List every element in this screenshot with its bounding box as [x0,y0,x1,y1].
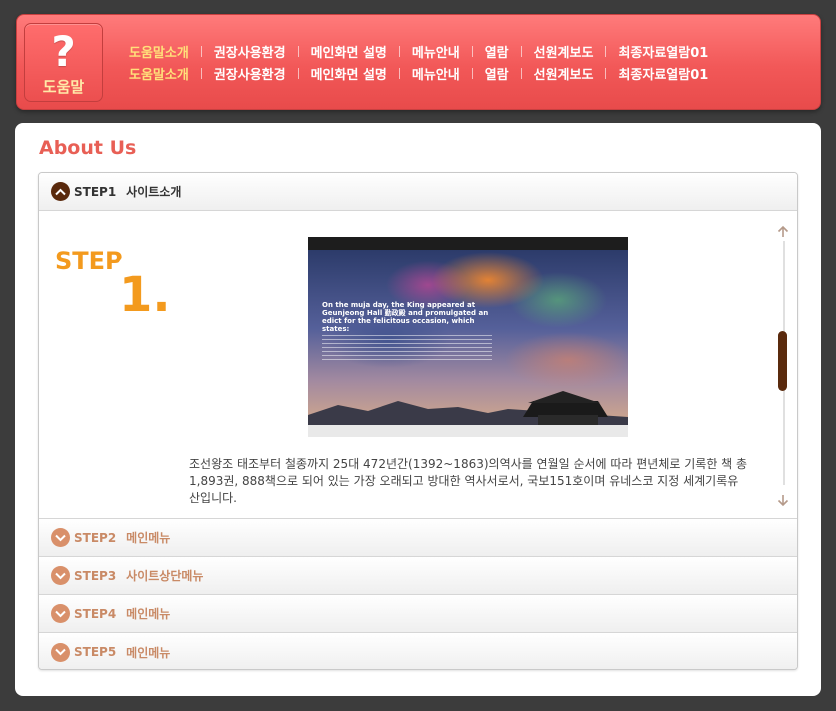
question-mark-icon: ? [51,27,76,76]
palace-silhouette [308,391,628,427]
nav-item-lineage[interactable]: 선원계보도 [534,64,594,83]
nav-row-1: 도움말소개 권장사용환경 메인화면 설명 메뉴안내 열람 선원계보도 최종자료열… [129,41,708,61]
help-label: 도움말 [42,78,85,96]
step-number: STEP3 [74,568,117,583]
nav-divider [471,45,473,57]
nav-divider [200,67,202,79]
content-panel: About Us STEP1 사이트소개 STEP 1. On the muja… [15,123,821,696]
step1-graphic: STEP 1. [55,246,167,315]
step-accordion: STEP1 사이트소개 STEP 1. On the muja day, the… [38,172,798,670]
nav-divider [297,45,299,57]
accordion-header-step1[interactable]: STEP1 사이트소개 [39,173,797,211]
nav-item-main-screen[interactable]: 메인화면 설명 [311,64,387,83]
accordion-header-step2[interactable]: STEP2 메인메뉴 [39,519,797,557]
nav-item-environment[interactable]: 권장사용환경 [214,64,286,83]
screenshot-headline: On the muja day, the King appeared at Ge… [322,301,489,333]
step-number: STEP1 [74,184,117,199]
step-logo-number: 1. [119,267,167,315]
step-number: STEP2 [74,530,117,545]
nav-item-final-view[interactable]: 최종자료열람01 [618,42,708,61]
step-title: 사이트소개 [126,185,182,199]
chevron-down-icon [51,642,70,662]
arrow-down-icon[interactable] [776,493,790,507]
nav-item-help-intro[interactable]: 도움말소개 [129,42,189,61]
nav-divider [471,67,473,79]
step-title: 사이트상단메뉴 [126,569,204,583]
nav-divider [520,67,522,79]
chevron-down-icon [51,566,70,585]
nav-divider [398,67,400,79]
chevron-down-icon [51,604,70,623]
nav-item-menu-guide[interactable]: 메뉴안내 [412,64,460,83]
nav-divider [605,45,607,57]
step-number: STEP5 [74,645,117,659]
step-title: 메인메뉴 [126,531,171,545]
screenshot-body-lines [322,335,492,363]
nav-item-lineage[interactable]: 선원계보도 [534,42,594,61]
nav-item-help-intro[interactable]: 도움말소개 [129,64,189,83]
nav-divider [297,67,299,79]
nav-divider [520,45,522,57]
nav-divider [200,45,202,57]
screenshot-nav-bar [308,237,628,250]
nav-item-environment[interactable]: 권장사용환경 [214,42,286,61]
step-number: STEP4 [74,606,117,621]
site-screenshot: On the muja day, the King appeared at Ge… [308,237,628,437]
nav-divider [605,67,607,79]
arrow-up-icon[interactable] [776,225,790,239]
chevron-up-icon [51,182,70,201]
accordion-header-step3[interactable]: STEP3 사이트상단메뉴 [39,557,797,595]
accordion-header-step5[interactable]: STEP5 메인메뉴 [39,633,797,669]
nav-item-view[interactable]: 열람 [485,64,509,83]
help-button[interactable]: ? 도움말 [24,23,103,102]
header-bar: ? 도움말 도움말소개 권장사용환경 메인화면 설명 메뉴안내 열람 선원계보도… [16,14,821,110]
nav-item-final-view[interactable]: 최종자료열람01 [618,64,708,83]
chevron-down-icon [51,528,70,547]
step-logo-word: STEP [55,247,123,275]
nav-item-menu-guide[interactable]: 메뉴안내 [412,42,460,61]
nav-item-view[interactable]: 열람 [485,42,509,61]
page-title: About Us [39,137,137,159]
nav-item-main-screen[interactable]: 메인화면 설명 [311,42,387,61]
step-title: 메인메뉴 [126,607,171,621]
screenshot-footer [308,425,628,437]
nav-divider [398,45,400,57]
step-title: 메인메뉴 [126,645,171,660]
accordion-body-step1: STEP 1. On the muja day, the King appear… [39,211,797,519]
nav-row-2: 도움말소개 권장사용환경 메인화면 설명 메뉴안내 열람 선원계보도 최종자료열… [129,63,708,83]
scrollbar-thumb[interactable] [778,331,787,391]
accordion-header-step4[interactable]: STEP4 메인메뉴 [39,595,797,633]
step1-description: 조선왕조 태조부터 철종까지 25대 472년간(1392~1863)의역사를 … [189,457,748,505]
